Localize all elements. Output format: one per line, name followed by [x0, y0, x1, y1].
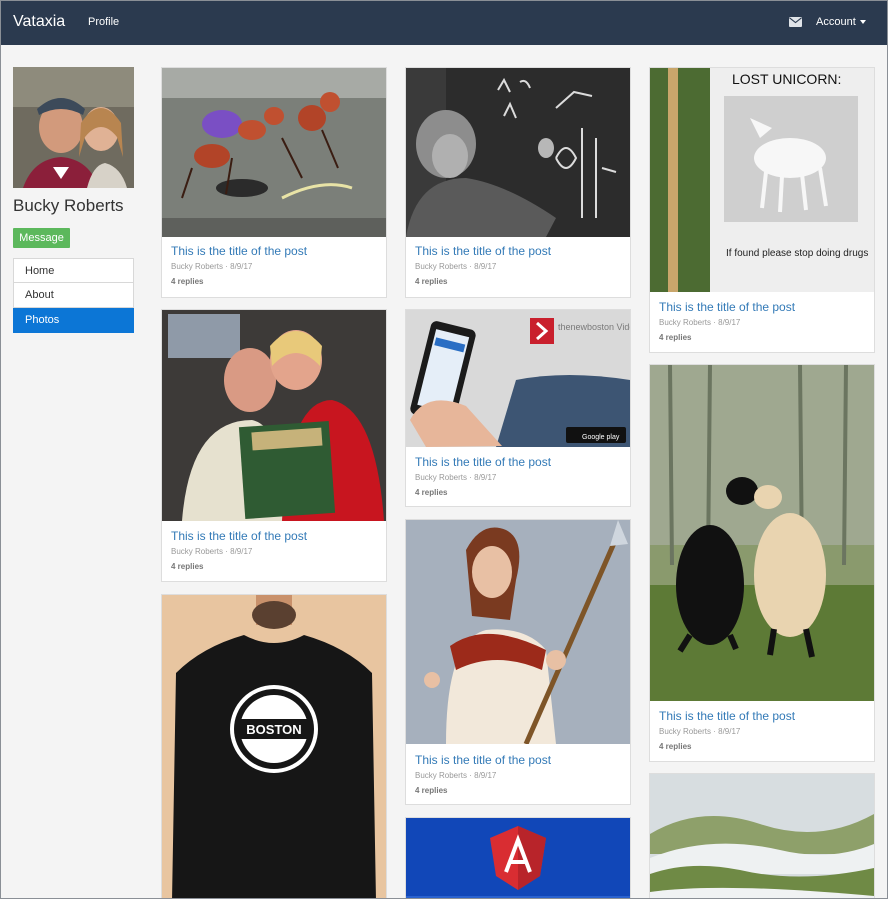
post-title[interactable]: This is the title of the post [415, 455, 551, 469]
brand-logo[interactable]: Vataxia [13, 13, 65, 31]
post-replies[interactable]: 4 replies [171, 277, 307, 286]
post-replies[interactable]: 4 replies [171, 562, 307, 571]
sidebar-nav: Home About Photos [13, 258, 134, 333]
google-play-text: Google play [582, 434, 620, 441]
post-body: This is the title of the post Bucky Robe… [415, 244, 551, 286]
post-meta: Bucky Roberts · 8/9/17 [415, 771, 497, 780]
post-image-foggy-hills[interactable] [650, 774, 874, 898]
post-image-couple[interactable] [162, 310, 386, 521]
caret-down-icon [859, 20, 866, 25]
post-card [405, 817, 631, 898]
post-image-warrior[interactable] [406, 520, 630, 744]
post-meta: Bucky Roberts · 8/9/17 [659, 727, 741, 736]
sidebar-item-home[interactable]: Home [13, 258, 134, 283]
tnb-label-text: thenewboston Videos [558, 322, 630, 332]
nav-link-profile[interactable]: Profile [88, 16, 119, 28]
sidebar-item-about[interactable]: About [13, 283, 134, 308]
post-image-angular[interactable] [406, 818, 630, 898]
account-dropdown[interactable]: Account [816, 16, 866, 28]
post-replies[interactable]: 4 replies [415, 277, 551, 286]
post-title[interactable]: This is the title of the post [659, 709, 795, 723]
post-body: This is the title of the post Bucky Robe… [171, 529, 307, 571]
page: Vataxia Profile Account Bucky Roberts Me… [0, 0, 888, 899]
post-meta: Bucky Roberts · 8/9/17 [659, 318, 741, 327]
post-replies[interactable]: 4 replies [415, 786, 551, 795]
post-title[interactable]: This is the title of the post [171, 244, 307, 258]
post-meta: Bucky Roberts · 8/9/17 [171, 262, 253, 271]
post-body: This is the title of the post Bucky Robe… [171, 244, 307, 286]
post-card: LOST UNICORN: If found please stop doing… [649, 67, 875, 353]
unicorn-heading-text: LOST UNICORN: [732, 71, 841, 87]
post-title[interactable]: This is the title of the post [659, 300, 795, 314]
post-card: BOSTON [161, 594, 387, 898]
sidebar-item-photos[interactable]: Photos [13, 308, 134, 333]
post-image-phone[interactable]: thenewboston Videos Google play [406, 310, 630, 447]
post-title[interactable]: This is the title of the post [171, 529, 307, 543]
post-image-unicorn-poster[interactable]: LOST UNICORN: If found please stop doing… [650, 68, 874, 292]
post-card [649, 773, 875, 898]
post-image-tshirt[interactable]: BOSTON [162, 595, 386, 898]
post-title[interactable]: This is the title of the post [415, 244, 551, 258]
post-body: This is the title of the post Bucky Robe… [659, 709, 795, 751]
message-button[interactable]: Message [13, 228, 70, 248]
post-image-bears[interactable] [650, 365, 874, 701]
account-label: Account [816, 16, 856, 28]
unicorn-note-text: If found please stop doing drugs [726, 248, 868, 259]
post-title[interactable]: This is the title of the post [415, 753, 551, 767]
navbar: Vataxia Profile Account [1, 1, 887, 45]
post-card: This is the title of the post Bucky Robe… [649, 364, 875, 762]
post-replies[interactable]: 4 replies [415, 488, 551, 497]
profile-name: Bucky Roberts [13, 196, 124, 215]
post-card: This is the title of the post Bucky Robe… [161, 67, 387, 298]
post-meta: Bucky Roberts · 8/9/17 [171, 547, 253, 556]
post-card: This is the title of the post Bucky Robe… [161, 309, 387, 582]
post-replies[interactable]: 4 replies [659, 742, 795, 751]
avatar [13, 67, 134, 188]
post-body: This is the title of the post Bucky Robe… [415, 753, 551, 795]
post-card: This is the title of the post Bucky Robe… [405, 519, 631, 805]
post-card: thenewboston Videos Google play This is … [405, 309, 631, 507]
post-image-einstein[interactable] [406, 68, 630, 237]
post-meta: Bucky Roberts · 8/9/17 [415, 262, 497, 271]
post-body: This is the title of the post Bucky Robe… [659, 300, 795, 342]
post-image-ants[interactable] [162, 68, 386, 237]
boston-shirt-text: BOSTON [246, 722, 301, 737]
post-meta: Bucky Roberts · 8/9/17 [415, 473, 497, 482]
post-body: This is the title of the post Bucky Robe… [415, 455, 551, 497]
envelope-icon[interactable] [789, 17, 802, 27]
post-card: This is the title of the post Bucky Robe… [405, 67, 631, 298]
post-replies[interactable]: 4 replies [659, 333, 795, 342]
